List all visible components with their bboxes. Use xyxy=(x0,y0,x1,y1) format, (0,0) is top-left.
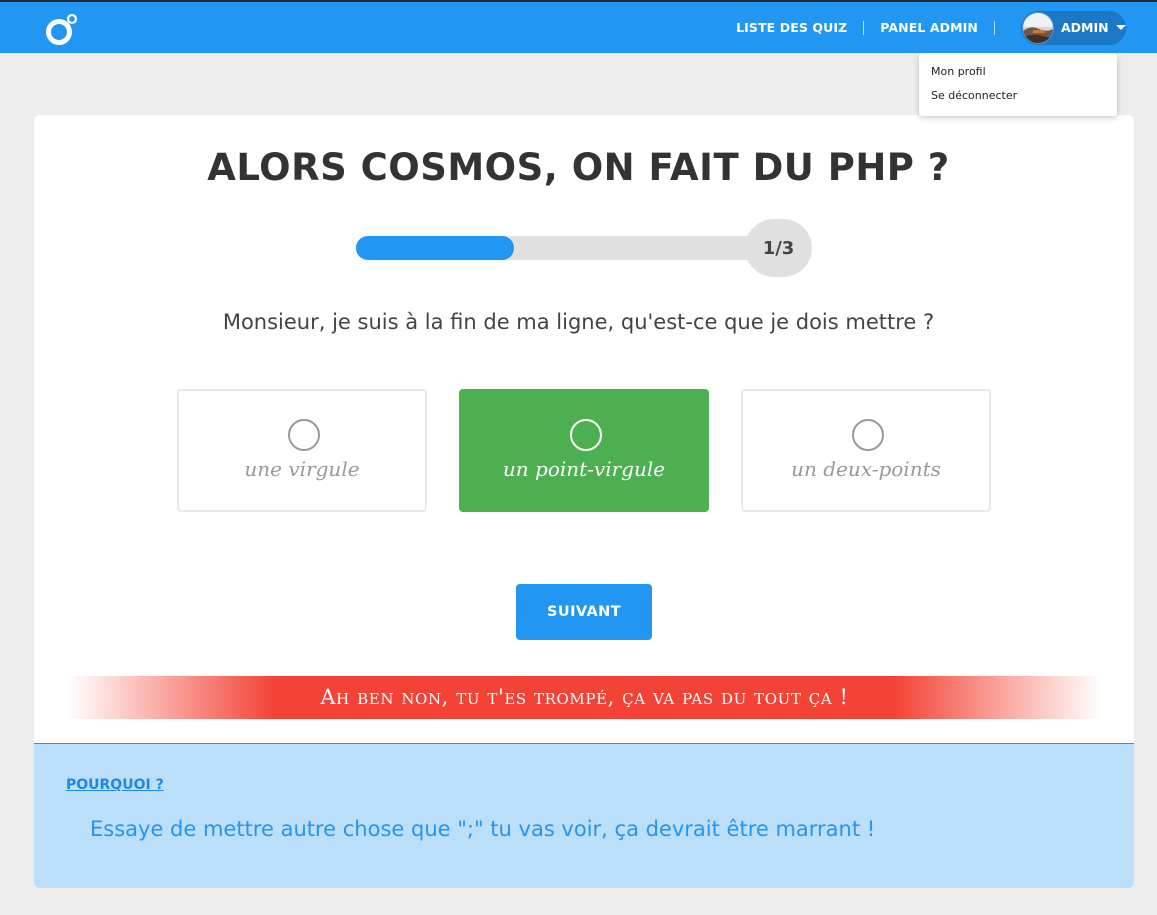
next-button[interactable]: SUIVANT xyxy=(516,584,652,640)
why-link[interactable]: POURQUOI ? xyxy=(66,777,164,793)
radio-button[interactable] xyxy=(288,419,320,451)
radio-button[interactable] xyxy=(570,419,602,451)
progress-bar-fill xyxy=(356,236,514,260)
nav-divider xyxy=(994,20,995,35)
progress-bar xyxy=(356,236,776,260)
radio-button[interactable] xyxy=(852,419,884,451)
answer-label: une virgule xyxy=(244,457,360,481)
logo-icon[interactable] xyxy=(44,13,78,47)
progress-counter: 1/3 xyxy=(745,219,812,277)
answer-label: un point-virgule xyxy=(502,457,666,481)
caret-down-icon xyxy=(1115,25,1126,30)
nav-quiz-list-link[interactable]: LISTE DES QUIZ xyxy=(736,20,847,35)
user-dropdown-menu: Mon profil Se déconnecter xyxy=(919,53,1117,116)
nav-menu: LISTE DES QUIZ PANEL ADMIN ADMIN xyxy=(736,2,1157,53)
dropdown-item-profile[interactable]: Mon profil xyxy=(919,65,1117,89)
answer-label: un deux-points xyxy=(791,457,941,481)
answer-option-1[interactable]: une virgule xyxy=(177,389,427,512)
question-text: Monsieur, je suis à la fin de ma ligne, … xyxy=(222,310,935,334)
dropdown-item-logout[interactable]: Se déconnecter xyxy=(919,89,1117,113)
nav-divider xyxy=(863,20,865,35)
nav-admin-panel-link[interactable]: PANEL ADMIN xyxy=(880,20,978,35)
avatar-icon xyxy=(1022,11,1054,44)
answer-option-2[interactable]: un point-virgule xyxy=(459,389,709,512)
answer-option-3[interactable]: un deux-points xyxy=(741,389,991,512)
user-name-label: ADMIN xyxy=(1061,20,1109,35)
feedback-banner: Ah ben non, tu t'es trompé, ça va pas du… xyxy=(68,676,1101,719)
top-navbar: LISTE DES QUIZ PANEL ADMIN ADMIN xyxy=(0,0,1157,53)
quiz-title: ALORS COSMOS, ON FAIT DU PHP ? xyxy=(207,146,950,189)
explanation-text: Essaye de mettre autre chose que ";" tu … xyxy=(90,817,876,841)
user-menu-button[interactable]: ADMIN xyxy=(1021,10,1126,45)
explanation-panel: POURQUOI ? Essaye de mettre autre chose … xyxy=(34,743,1134,888)
